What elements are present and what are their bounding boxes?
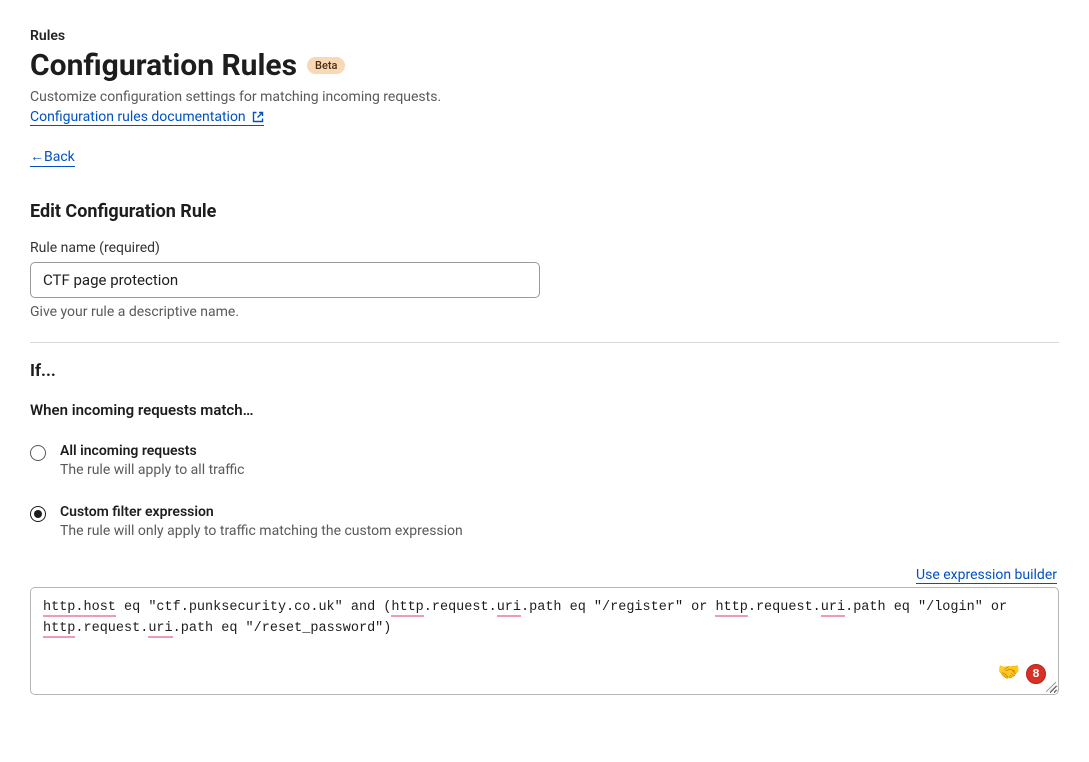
expression-token: .request. [748, 600, 821, 615]
count-badge[interactable]: 8 [1026, 664, 1046, 684]
back-link[interactable]: ← Back [30, 148, 75, 167]
resize-handle-icon[interactable] [1046, 682, 1056, 692]
expression-token: .path eq "/register" or [521, 600, 715, 615]
expression-token: .request. [424, 600, 497, 615]
page-title: Configuration Rules [30, 48, 297, 83]
page-subtitle: Customize configuration settings for mat… [30, 89, 1059, 105]
expression-token: eq "ctf.punksecurity.co.uk" and ( [116, 600, 391, 615]
radio-all-requests[interactable]: All incoming requests The rule will appl… [30, 443, 1059, 478]
external-link-icon [252, 111, 264, 123]
radio-desc: The rule will only apply to traffic matc… [60, 523, 463, 539]
beta-badge: Beta [307, 57, 345, 74]
expression-token: .request. [75, 621, 148, 636]
match-prompt: When incoming requests match… [30, 401, 1059, 419]
expression-token: http [715, 600, 747, 617]
expression-token: http [43, 621, 75, 638]
section-divider [30, 342, 1059, 343]
documentation-link-label: Configuration rules documentation [30, 109, 246, 125]
expression-token: uri [821, 600, 845, 617]
back-link-label: Back [44, 149, 75, 165]
expression-builder-link[interactable]: Use expression builder [916, 567, 1057, 584]
expression-token: .path eq "/reset_password") [173, 621, 392, 636]
expression-token: uri [148, 621, 172, 638]
radio-title: All incoming requests [60, 443, 245, 459]
radio-desc: The rule will apply to all traffic [60, 462, 245, 478]
rule-name-label: Rule name (required) [30, 240, 1059, 256]
radio-button[interactable] [30, 506, 46, 522]
handshake-icon: 🤝 [998, 665, 1020, 683]
expression-token: uri [497, 600, 521, 617]
rule-name-input[interactable] [30, 262, 540, 298]
rule-name-hint: Give your rule a descriptive name. [30, 304, 1059, 320]
expression-token: .path eq "/login" or [845, 600, 1007, 615]
expression-token: http.host [43, 600, 116, 617]
edit-rule-heading: Edit Configuration Rule [30, 201, 1059, 222]
expression-textarea[interactable]: http.host eq "ctf.punksecurity.co.uk" an… [30, 587, 1059, 695]
if-heading: If... [30, 361, 1059, 381]
breadcrumb: Rules [30, 28, 1059, 44]
expression-token: http [391, 600, 423, 617]
radio-custom-filter[interactable]: Custom filter expression The rule will o… [30, 504, 1059, 539]
arrow-left-icon: ← [30, 148, 44, 166]
radio-title: Custom filter expression [60, 504, 463, 520]
documentation-link[interactable]: Configuration rules documentation [30, 109, 264, 126]
radio-button[interactable] [30, 445, 46, 461]
